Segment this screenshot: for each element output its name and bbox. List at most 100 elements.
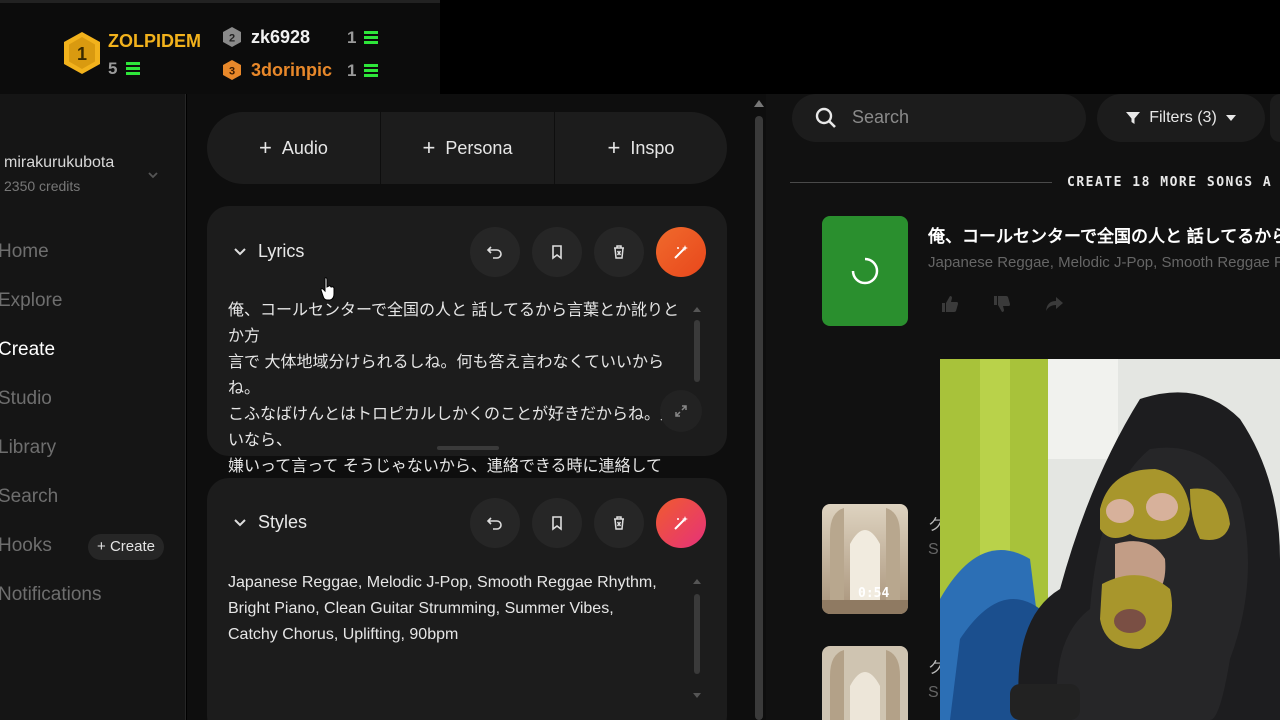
chevron-down-icon bbox=[1225, 115, 1236, 121]
cathedral-image bbox=[822, 646, 908, 720]
lyrics-resize-handle[interactable] bbox=[437, 446, 499, 450]
lyrics-collapse-chevron-icon[interactable] bbox=[232, 244, 248, 260]
song-duration: 0:54 bbox=[858, 586, 890, 601]
add-audio-label: Audio bbox=[281, 137, 328, 158]
plus-icon: + bbox=[607, 135, 621, 160]
sidebar-item-studio[interactable]: Studio bbox=[0, 388, 52, 410]
song-thumbnail-generating[interactable] bbox=[822, 216, 908, 326]
styles-collapse-chevron-icon[interactable] bbox=[232, 515, 248, 531]
leaderboard-second-count: 1 bbox=[347, 28, 357, 47]
sidebar-item-create[interactable]: Create bbox=[0, 339, 55, 361]
bookmark-icon bbox=[552, 516, 562, 531]
svg-text:1: 1 bbox=[77, 44, 87, 64]
lyrics-text[interactable]: 俺、コールセンターで全国の人と 話してるから言葉とか訛りとか方 言で 大体地域分… bbox=[228, 298, 690, 506]
song-row-tags: S bbox=[928, 541, 939, 558]
styles-title[interactable]: Styles bbox=[258, 512, 307, 533]
account-chevron-down-icon[interactable] bbox=[146, 168, 160, 182]
sidebar-item-notifications[interactable]: Notifications bbox=[0, 584, 102, 606]
styles-scrollbar[interactable] bbox=[694, 594, 700, 674]
leaderboard-third-count: 1 bbox=[347, 61, 357, 80]
song-title[interactable]: 俺、コールセンターで全国の人と 話してるから言葉 bbox=[928, 222, 1280, 247]
sidebar-item-home[interactable]: Home bbox=[0, 241, 49, 263]
plus-icon: + bbox=[259, 135, 272, 160]
styles-line: Japanese Reggae, Melodic J-Pop, Smooth R… bbox=[228, 574, 657, 591]
svg-text:2: 2 bbox=[229, 33, 235, 45]
filters-button[interactable]: Filters (3) bbox=[1097, 94, 1265, 142]
scroll-up-arrow-icon[interactable] bbox=[692, 305, 702, 313]
add-audio-button[interactable]: + Audio bbox=[207, 112, 380, 184]
leaderboard-third-name: 3dorinpic bbox=[251, 60, 333, 80]
lyrics-scrollbar[interactable] bbox=[694, 320, 700, 382]
hooks-create-button[interactable]: + Create bbox=[88, 534, 164, 560]
rank-3-badge-icon: 3 bbox=[223, 60, 241, 80]
coin-icon bbox=[364, 31, 378, 45]
styles-undo-button[interactable] bbox=[470, 498, 520, 548]
lyrics-line: 言で 大体地域分けられるしね。何も答え言わなくていいからね。 bbox=[228, 354, 664, 397]
styles-line: Catchy Chorus, Uplifting, 90bpm bbox=[228, 626, 459, 643]
stream-leaderboard: 1 ZOLPIDEM 5 2 zk6928 1 3 3dorinpic 1 bbox=[0, 0, 440, 94]
sidebar-item-explore[interactable]: Explore bbox=[0, 290, 62, 312]
magic-wand-icon bbox=[674, 516, 688, 530]
leaderboard-second-name: zk6928 bbox=[251, 27, 311, 47]
sidebar-item-search[interactable]: Search bbox=[0, 486, 58, 508]
filter-icon bbox=[1126, 112, 1141, 124]
lyrics-expand-button[interactable] bbox=[660, 390, 702, 432]
thumbs-down-icon[interactable] bbox=[992, 294, 1012, 314]
search-icon bbox=[815, 107, 836, 128]
create-more-songs-banner[interactable]: CREATE 18 MORE SONGS A bbox=[1067, 175, 1272, 190]
divider bbox=[790, 182, 1052, 183]
styles-clear-button[interactable] bbox=[594, 498, 644, 548]
leaderboard-first-count: 5 bbox=[108, 59, 118, 78]
webcam-overlay bbox=[940, 359, 1280, 720]
add-persona-label: Persona bbox=[445, 137, 513, 158]
lyrics-bookmark-button[interactable] bbox=[532, 227, 582, 277]
mouse-cursor-icon bbox=[320, 277, 335, 301]
lyrics-undo-button[interactable] bbox=[470, 227, 520, 277]
coin-icon bbox=[364, 64, 378, 78]
account-credits: 2350 credits bbox=[4, 178, 81, 194]
thumbs-up-icon[interactable] bbox=[940, 294, 960, 314]
coin-icon bbox=[126, 62, 140, 76]
scroll-down-arrow-icon[interactable] bbox=[692, 692, 702, 700]
rank-2-badge-icon: 2 bbox=[223, 27, 241, 47]
lyrics-title[interactable]: Lyrics bbox=[258, 241, 304, 262]
lyrics-line: 俺、コールセンターで全国の人と 話してるから言葉とか訛りとか方 bbox=[228, 302, 680, 345]
add-source-bar: + Audio + Persona + Inspo bbox=[207, 112, 727, 184]
magic-wand-icon bbox=[674, 245, 688, 259]
account-username[interactable]: mirakurukubota bbox=[4, 154, 114, 172]
share-icon[interactable] bbox=[1044, 294, 1064, 314]
sidebar-item-library[interactable]: Library bbox=[0, 437, 56, 459]
styles-text[interactable]: Japanese Reggae, Melodic J-Pop, Smooth R… bbox=[228, 570, 690, 648]
undo-icon bbox=[486, 246, 502, 259]
trash-icon bbox=[614, 516, 624, 530]
page-scrollbar[interactable] bbox=[752, 94, 766, 720]
page-scrollbar-thumb[interactable] bbox=[755, 116, 763, 720]
styles-bookmark-button[interactable] bbox=[532, 498, 582, 548]
add-inspo-button[interactable]: + Inspo bbox=[555, 112, 727, 184]
scroll-up-arrow-icon[interactable] bbox=[692, 577, 702, 585]
add-persona-button[interactable]: + Persona bbox=[381, 112, 554, 184]
rank-1-badge-icon: 1 bbox=[64, 32, 100, 74]
styles-line: Bright Piano, Clean Guitar Strumming, Su… bbox=[228, 600, 614, 617]
filters-label: Filters (3) bbox=[1149, 109, 1217, 126]
song-row-tags: S bbox=[928, 684, 939, 701]
expand-icon bbox=[675, 405, 687, 417]
bookmark-icon bbox=[552, 245, 562, 260]
plus-icon: + bbox=[422, 135, 436, 160]
styles-generate-button[interactable] bbox=[656, 498, 706, 548]
next-toolbar-button[interactable] bbox=[1270, 94, 1280, 142]
svg-text:3: 3 bbox=[229, 66, 235, 78]
streamer-webcam-image bbox=[940, 359, 1280, 720]
spinner-icon bbox=[851, 257, 879, 285]
song-tags: Japanese Reggae, Melodic J-Pop, Smooth R… bbox=[928, 254, 1280, 271]
trash-icon bbox=[614, 245, 624, 259]
song-thumbnail[interactable] bbox=[822, 646, 908, 720]
add-inspo-label: Inspo bbox=[630, 137, 675, 158]
undo-icon bbox=[486, 517, 502, 530]
leaderboard-first-name: ZOLPIDEM bbox=[108, 31, 201, 51]
search-placeholder[interactable]: Search bbox=[852, 107, 909, 128]
scroll-up-arrow-icon[interactable] bbox=[753, 98, 765, 108]
sidebar-item-hooks[interactable]: Hooks bbox=[0, 535, 52, 557]
lyrics-generate-button[interactable] bbox=[656, 227, 706, 277]
lyrics-clear-button[interactable] bbox=[594, 227, 644, 277]
